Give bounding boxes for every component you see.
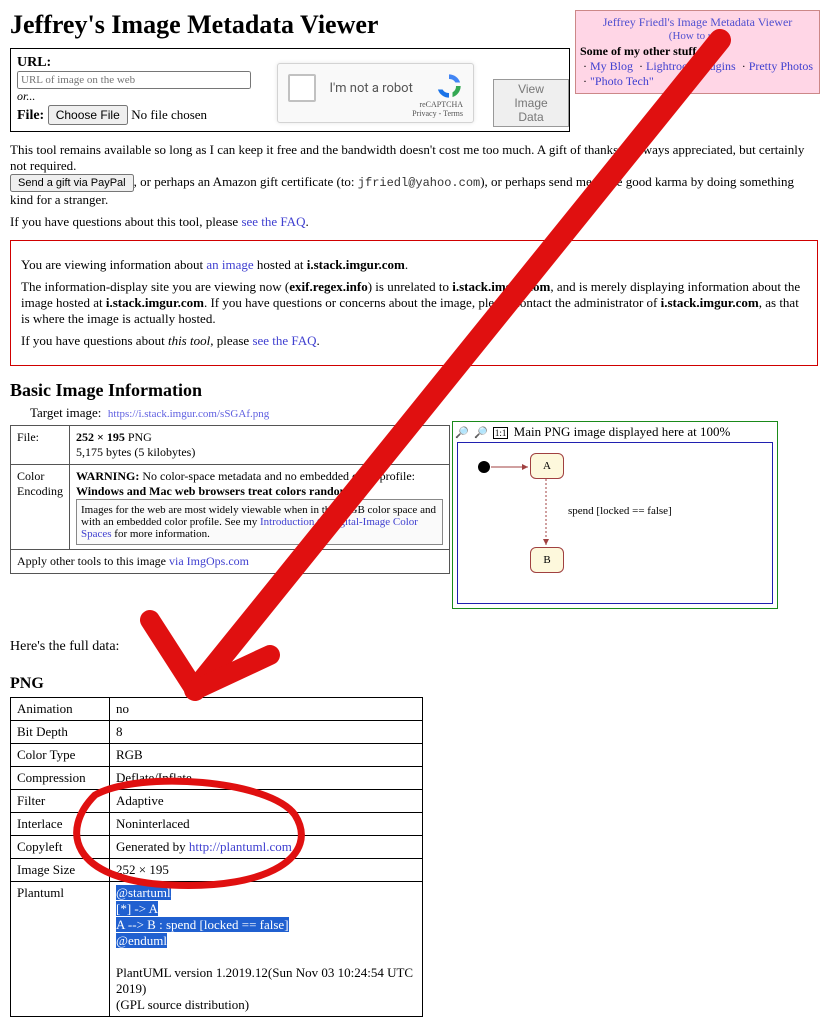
table-row: CompressionDeflate/Inflate: [11, 767, 423, 790]
table-row: Animationno: [11, 698, 423, 721]
file-status-text: No file chosen: [131, 107, 207, 122]
image-preview-box: 🔎 🔎 1:1 Main PNG image displayed here at…: [452, 421, 778, 609]
url-input[interactable]: [17, 71, 251, 89]
pretty-photos-link[interactable]: Pretty Photos: [749, 59, 813, 73]
table-row: Bit Depth8: [11, 721, 423, 744]
plantuml-source-line[interactable]: @enduml: [116, 933, 167, 948]
table-row: ColorEncoding WARNING: No color-space me…: [11, 465, 450, 550]
faq-link-2[interactable]: see the FAQ: [252, 333, 316, 348]
table-row: Apply other tools to this image via ImgO…: [11, 550, 450, 574]
or-text: or...: [17, 89, 35, 103]
preview-caption: Main PNG image displayed here at 100%: [514, 424, 731, 439]
target-image-link[interactable]: https://i.stack.imgur.com/sSGAf.png: [108, 408, 269, 420]
an-image-link[interactable]: an image: [206, 257, 253, 272]
png-metadata-table: Animationno Bit Depth8 Color TypeRGB Com…: [10, 697, 423, 1017]
url-label: URL:: [17, 55, 51, 70]
recaptcha-widget[interactable]: I'm not a robot reCAPTCHA Privacy - Term…: [277, 63, 474, 123]
full-data-intro: Here's the full data:: [10, 639, 818, 655]
table-row: Plantuml @startuml [*] -> A A --> B : sp…: [11, 882, 423, 1017]
my-blog-link[interactable]: My Blog: [590, 59, 633, 73]
intro-para: This tool remains available so long as I…: [10, 142, 818, 208]
table-row: File: 252 × 195 PNG5,175 bytes (5 kiloby…: [11, 426, 450, 465]
other-stuff-label: Some of my other stuff: [580, 44, 815, 59]
basic-info-table: File: 252 × 195 PNG5,175 bytes (5 kiloby…: [10, 425, 450, 574]
table-row: Image Size252 × 195: [11, 859, 423, 882]
plantuml-source-line[interactable]: [*] -> A: [116, 901, 158, 916]
paypal-button[interactable]: Send a gift via PayPal: [10, 174, 134, 192]
plantuml-source-line[interactable]: @startuml: [116, 885, 171, 900]
recaptcha-checkbox[interactable]: [288, 74, 316, 102]
table-row: CopyleftGenerated by http://plantuml.com: [11, 836, 423, 859]
imgops-link[interactable]: via ImgOps.com: [169, 554, 249, 568]
lightroom-plugins-link[interactable]: Lightroom plugins: [646, 59, 736, 73]
howto-link[interactable]: (How to use): [580, 30, 815, 42]
table-row: InterlaceNoninterlaced: [11, 813, 423, 836]
table-row: Color TypeRGB: [11, 744, 423, 767]
sidebar-title: Jeffrey Friedl's Image Metadata Viewer: [580, 15, 815, 30]
diagram-preview: A B spend [locked == false]: [457, 442, 773, 604]
zoom-out-icon[interactable]: 🔎: [474, 426, 488, 439]
input-form-box: URL: or... File: Choose File No file cho…: [10, 48, 570, 132]
recaptcha-text: I'm not a robot: [330, 81, 413, 96]
table-row: FilterAdaptive: [11, 790, 423, 813]
other-stuff-links: · My Blog · Lightroom plugins · Pretty P…: [580, 59, 815, 89]
diagram-edge-label: spend [locked == false]: [568, 505, 672, 517]
sidebar-info-box: Jeffrey Friedl's Image Metadata Viewer (…: [575, 10, 820, 94]
zoom-in-icon[interactable]: 🔎: [455, 426, 469, 439]
view-image-data-button[interactable]: View Image Data: [493, 79, 569, 127]
faq-para: If you have questions about this tool, p…: [10, 214, 818, 230]
plantuml-link[interactable]: http://plantuml.com: [189, 839, 292, 854]
host-info-box: You are viewing information about an ima…: [10, 240, 818, 366]
actual-size-icon[interactable]: 1:1: [493, 427, 509, 439]
faq-link[interactable]: see the FAQ: [241, 214, 305, 229]
plantuml-source-line[interactable]: A --> B : spend [locked == false]: [116, 917, 289, 932]
file-label: File:: [17, 108, 44, 123]
photo-tech-link[interactable]: "Photo Tech": [590, 74, 654, 88]
basic-info-heading: Basic Image Information: [10, 380, 818, 401]
choose-file-button[interactable]: Choose File: [48, 105, 128, 125]
target-image-line: Target image: https://i.stack.imgur.com/…: [30, 405, 818, 421]
png-section-heading: PNG: [10, 675, 818, 693]
